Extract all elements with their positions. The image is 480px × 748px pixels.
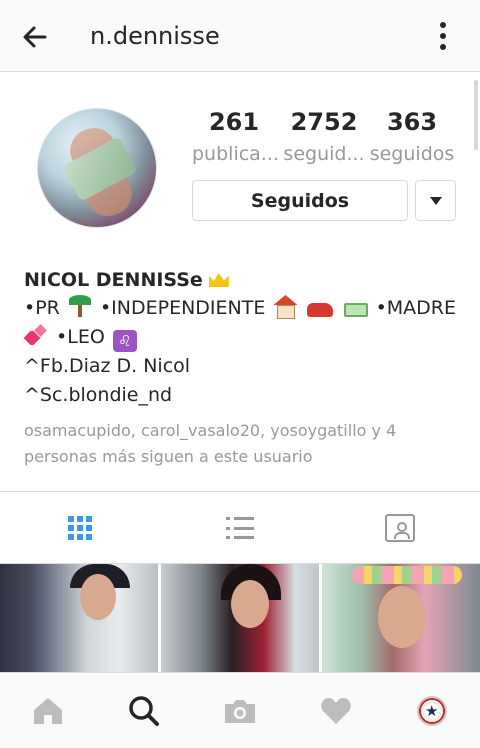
bio-text-madre: •MADRE <box>375 297 456 319</box>
posts-count: 261 <box>208 108 260 136</box>
profile-full-name: NICOL DENNISSe <box>24 269 203 291</box>
nav-camera-button[interactable] <box>192 673 288 748</box>
camera-icon <box>225 700 255 723</box>
stat-following[interactable]: 363 seguidos <box>369 108 455 167</box>
followers-label: seguid... <box>283 143 365 165</box>
following-button[interactable]: Seguidos <box>192 180 408 221</box>
tagged-user-icon <box>385 514 415 542</box>
followers-count: 2752 <box>290 108 358 136</box>
tab-grid-view[interactable] <box>0 492 160 564</box>
palm-tree-icon <box>68 295 92 317</box>
bio-text-snapchat: ^Sc.blondie_nd <box>24 384 173 406</box>
money-icon <box>343 303 368 317</box>
following-label: seguidos <box>369 143 455 165</box>
followed-by-text[interactable]: osamacupido, carol_vasalo20, yosoygatill… <box>24 418 454 470</box>
search-icon <box>129 696 159 726</box>
profile-username-title: n.dennisse <box>90 22 220 50</box>
arrow-left-icon <box>23 26 47 48</box>
following-count: 363 <box>386 108 438 136</box>
post-thumbnail[interactable] <box>161 564 319 674</box>
leo-zodiac-icon: ♌ <box>112 330 137 352</box>
hearts-icon <box>26 326 48 346</box>
home-icon <box>34 698 62 724</box>
chevron-down-icon <box>429 196 442 205</box>
post-thumbnail[interactable] <box>322 564 480 674</box>
nav-search-button[interactable] <box>96 673 192 748</box>
suggestions-dropdown-button[interactable] <box>415 180 456 221</box>
list-icon <box>226 517 254 539</box>
crown-icon <box>208 273 229 287</box>
profile-avatar[interactable] <box>37 108 157 228</box>
bio-text-leo: •LEO <box>56 326 105 348</box>
instagram-profile-screen: n.dennisse 261 publica... 2752 seguid...… <box>0 0 480 748</box>
heart-icon <box>321 698 351 724</box>
house-icon <box>273 295 297 319</box>
grid-icon <box>68 516 92 540</box>
posts-label: publica... <box>192 143 279 165</box>
back-button[interactable] <box>18 20 52 54</box>
top-bar: n.dennisse <box>0 0 480 72</box>
car-icon <box>307 303 334 317</box>
stat-posts[interactable]: 261 publica... <box>192 108 279 167</box>
profile-bio: NICOL DENNISSe •PR •INDEPENDIENTE •MADRE… <box>24 266 464 410</box>
more-vertical-icon <box>440 22 446 28</box>
scrollbar[interactable] <box>474 80 478 150</box>
nav-home-button[interactable] <box>0 673 96 748</box>
profile-avatar-icon <box>417 696 447 726</box>
tab-tagged-photos[interactable] <box>320 492 480 564</box>
nav-profile-button[interactable] <box>384 673 480 748</box>
profile-tabs <box>0 491 480 564</box>
bottom-navigation <box>0 672 480 748</box>
stat-followers[interactable]: 2752 seguid... <box>280 108 368 167</box>
nav-activity-button[interactable] <box>288 673 384 748</box>
bio-text-facebook: ^Fb.Diaz D. Nicol <box>24 355 191 377</box>
bio-text-independiente: •INDEPENDIENTE <box>99 297 266 319</box>
bio-text-pr: •PR <box>24 297 60 319</box>
more-options-button[interactable] <box>432 18 454 54</box>
tab-list-view[interactable] <box>160 492 320 564</box>
post-thumbnail[interactable] <box>0 564 158 674</box>
